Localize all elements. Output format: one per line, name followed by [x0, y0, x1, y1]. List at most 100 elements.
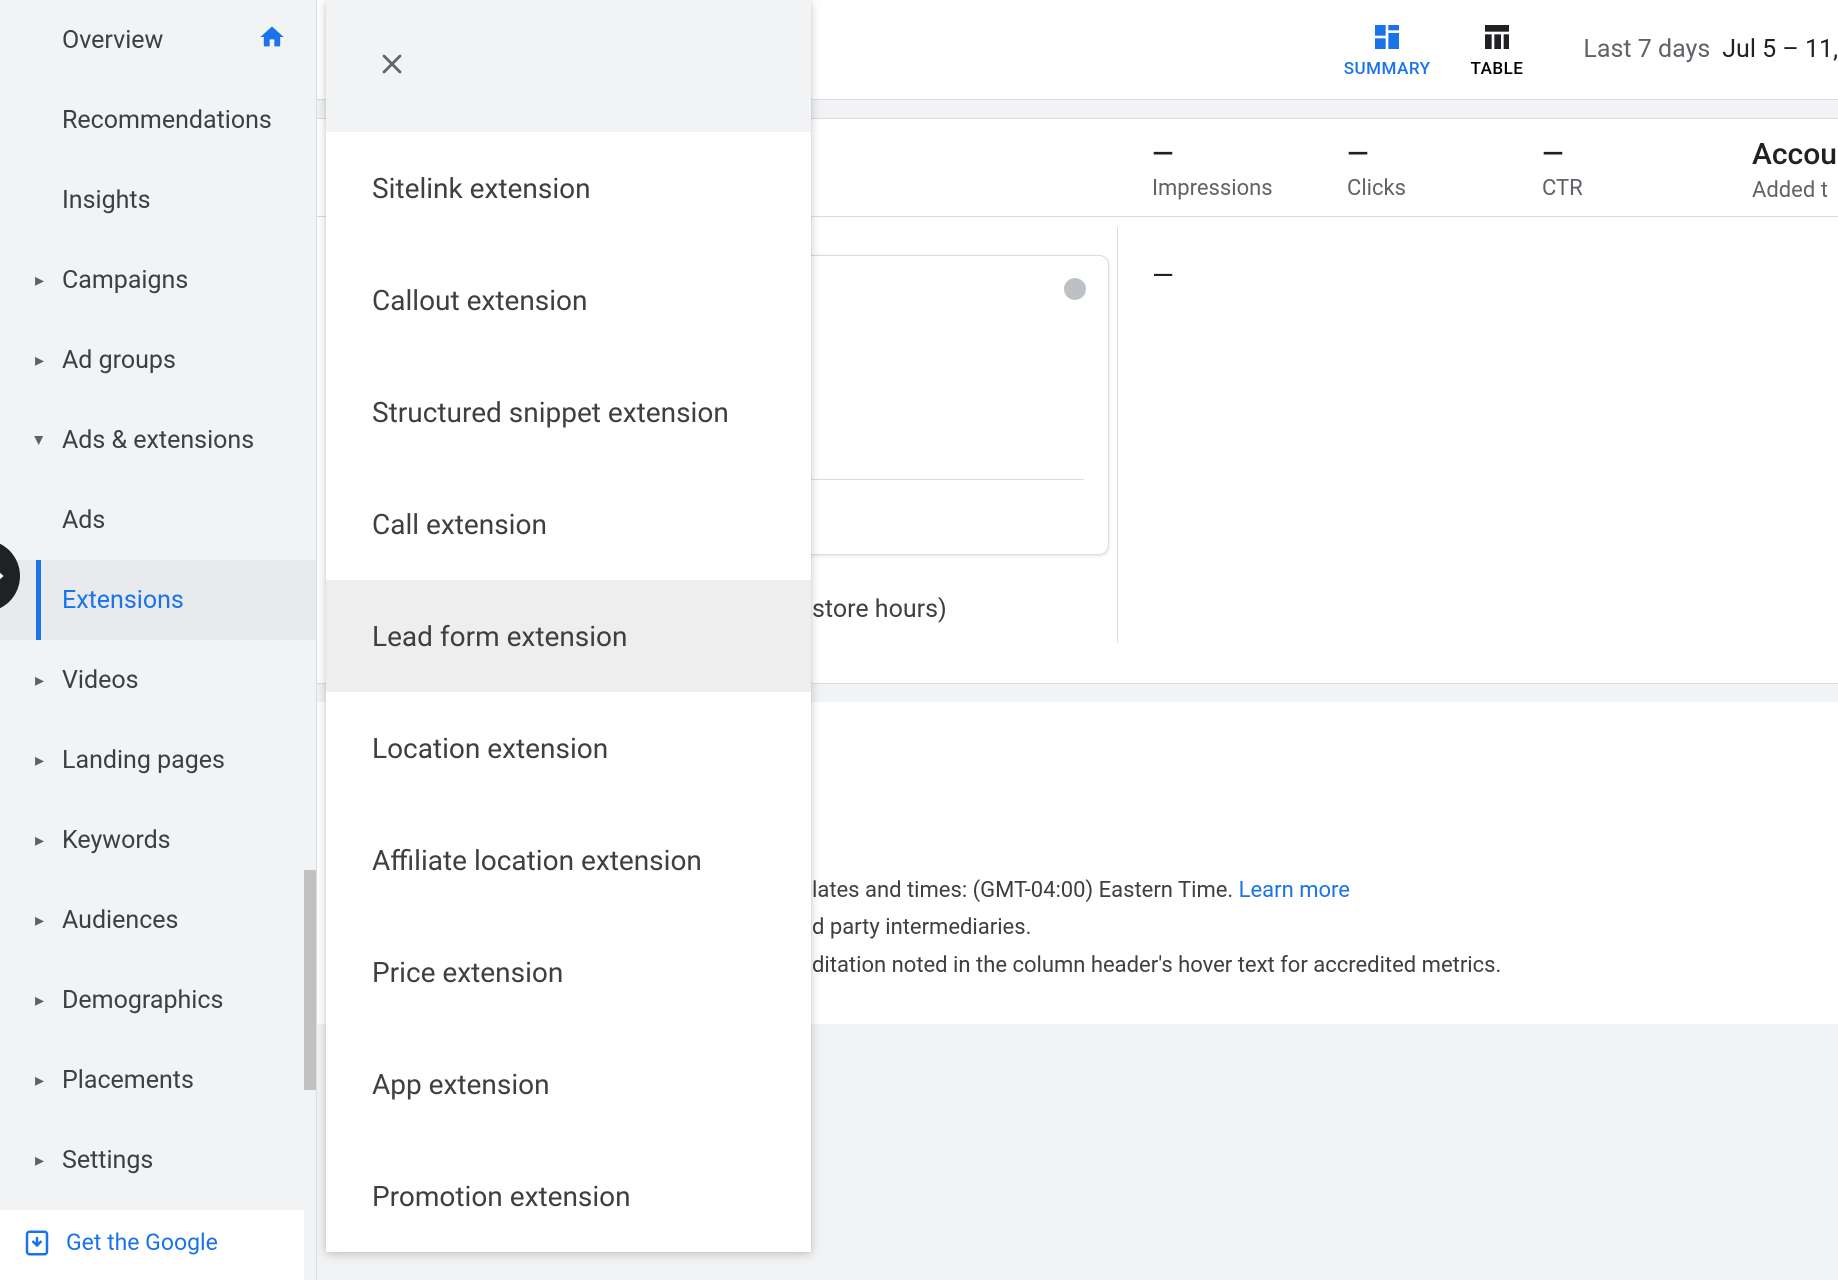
home-icon: [258, 23, 286, 58]
dropdown-item-sitelink[interactable]: Sitelink extension: [326, 132, 811, 244]
stat-ctr: — CTR: [1542, 119, 1752, 216]
sidebar-item-ad-groups[interactable]: ▸ Ad groups: [0, 320, 316, 400]
sidebar-item-demographics[interactable]: ▸ Demographics: [0, 960, 316, 1040]
sidebar-item-audiences[interactable]: ▸ Audiences: [0, 880, 316, 960]
chevron-right-icon: ▸: [35, 270, 44, 291]
sidebar-item-label: Videos: [62, 666, 139, 695]
stat-value: —: [1347, 137, 1542, 170]
sidebar-item-label: Overview: [62, 26, 163, 55]
sidebar-item-videos[interactable]: ▸ Videos: [0, 640, 316, 720]
hours-text: store hours): [812, 595, 947, 624]
sidebar-item-campaigns[interactable]: ▸ Campaigns: [0, 240, 316, 320]
dropdown-item-price[interactable]: Price extension: [326, 916, 811, 1028]
dropdown-header: [326, 0, 811, 132]
sidebar-item-label: Extensions: [62, 586, 184, 615]
sidebar-item-label: Campaigns: [62, 266, 188, 295]
stat-impressions: — Impressions: [1152, 119, 1347, 216]
sidebar-subitem-extensions[interactable]: Extensions: [0, 560, 316, 640]
sidebar-item-label: Insights: [62, 186, 150, 215]
footer-line-1: lates and times: (GMT-04:00) Eastern Tim…: [812, 872, 1838, 909]
sidebar-item-insights[interactable]: Insights: [0, 160, 316, 240]
dropdown-item-callout[interactable]: Callout extension: [326, 244, 811, 356]
view-label: SUMMARY: [1344, 59, 1431, 79]
sidebar-item-settings[interactable]: ▸ Settings: [0, 1120, 316, 1200]
sidebar-item-placements[interactable]: ▸ Placements: [0, 1040, 316, 1120]
sidebar-promo[interactable]: Get the Google: [0, 1210, 304, 1280]
dropdown-label: Promotion extension: [372, 1180, 631, 1213]
dropdown-label: Call extension: [372, 508, 547, 541]
sidebar-item-recommendations[interactable]: Recommendations: [0, 80, 316, 160]
chevron-right-icon: ▸: [35, 910, 44, 931]
chevron-right-icon: ▸: [35, 1070, 44, 1091]
footer-text: lates and times: (GMT-04:00) Eastern Tim…: [812, 878, 1239, 903]
extension-type-dropdown: Sitelink extension Callout extension Str…: [326, 0, 811, 1252]
sidebar-item-label: Recommendations: [62, 106, 272, 135]
card-dash: —: [1152, 259, 1174, 292]
sidebar: Overview Recommendations Insights ▸ Camp…: [0, 0, 317, 1280]
sidebar-item-label: Placements: [62, 1066, 194, 1095]
table-icon: [1481, 21, 1513, 53]
sidebar-subitem-ads[interactable]: Ads: [0, 480, 316, 560]
dropdown-label: Affiliate location extension: [372, 844, 702, 877]
stat-sub: Added t: [1752, 178, 1838, 203]
sidebar-item-label: Keywords: [62, 826, 171, 855]
stat-account: Accou Added t: [1752, 119, 1838, 216]
dropdown-label: Price extension: [372, 956, 563, 989]
sidebar-item-label: Landing pages: [62, 746, 225, 775]
dropdown-label: Callout extension: [372, 284, 587, 317]
sidebar-item-label: Settings: [62, 1146, 153, 1175]
date-range-picker[interactable]: Last 7 days Jul 5 – 11,: [1583, 35, 1838, 64]
date-range-value: Jul 5 – 11,: [1722, 35, 1838, 64]
learn-more-link[interactable]: Learn more: [1239, 878, 1350, 903]
info-icon: [1064, 278, 1086, 300]
stat-clicks: — Clicks: [1347, 119, 1542, 216]
dropdown-label: Lead form extension: [372, 620, 628, 653]
dropdown-item-location[interactable]: Location extension: [326, 692, 811, 804]
sidebar-item-label: Ads: [62, 506, 105, 535]
view-toggle: SUMMARY TABLE: [1344, 21, 1524, 79]
chevron-right-icon: ▸: [35, 990, 44, 1011]
dropdown-label: Location extension: [372, 732, 608, 765]
dropdown-item-app[interactable]: App extension: [326, 1028, 811, 1140]
promo-text: Get the Google: [66, 1228, 218, 1258]
chevron-right-icon: ▸: [35, 750, 44, 771]
close-button[interactable]: [376, 48, 408, 84]
dropdown-item-structured-snippet[interactable]: Structured snippet extension: [326, 356, 811, 468]
close-icon: [376, 48, 408, 80]
footer-line-3: ditation noted in the column header's ho…: [812, 947, 1838, 984]
chevron-right-icon: ▸: [35, 670, 44, 691]
chevron-right-icon: ▸: [35, 1150, 44, 1171]
view-label: TABLE: [1471, 59, 1524, 79]
sidebar-item-label: Ads & extensions: [62, 426, 254, 455]
footer-line-2: d party intermediaries.: [812, 909, 1838, 946]
summary-icon: [1371, 21, 1403, 53]
sidebar-item-overview[interactable]: Overview: [0, 0, 316, 80]
sidebar-item-label: Ad groups: [62, 346, 176, 375]
sidebar-item-ads-extensions[interactable]: ▸ Ads & extensions: [0, 400, 316, 480]
stat-label: Impressions: [1152, 176, 1347, 201]
scrollbar-thumb[interactable]: [304, 870, 316, 1090]
sidebar-item-label: Demographics: [62, 986, 223, 1015]
dropdown-label: Sitelink extension: [372, 172, 591, 205]
stat-label: CTR: [1542, 176, 1752, 201]
table-view-button[interactable]: TABLE: [1471, 21, 1524, 79]
dropdown-item-lead-form[interactable]: Lead form extension: [326, 580, 811, 692]
chevron-down-icon: ▸: [29, 435, 50, 444]
stat-value: —: [1152, 137, 1347, 170]
stat-value: —: [1542, 137, 1752, 170]
dropdown-label: Structured snippet extension: [372, 396, 729, 429]
chevron-right-icon: ▸: [35, 350, 44, 371]
stat-title: Accou: [1752, 137, 1838, 172]
date-range-label: Last 7 days: [1583, 35, 1710, 64]
chevron-right-icon: ▸: [35, 830, 44, 851]
download-icon: [22, 1228, 52, 1262]
chevron-right-icon: [0, 566, 9, 586]
divider: [1117, 227, 1118, 643]
dropdown-label: App extension: [372, 1068, 550, 1101]
dropdown-item-affiliate-location[interactable]: Affiliate location extension: [326, 804, 811, 916]
dropdown-item-call[interactable]: Call extension: [326, 468, 811, 580]
dropdown-item-promotion[interactable]: Promotion extension: [326, 1140, 811, 1252]
sidebar-item-keywords[interactable]: ▸ Keywords: [0, 800, 316, 880]
sidebar-item-landing-pages[interactable]: ▸ Landing pages: [0, 720, 316, 800]
summary-view-button[interactable]: SUMMARY: [1344, 21, 1431, 79]
